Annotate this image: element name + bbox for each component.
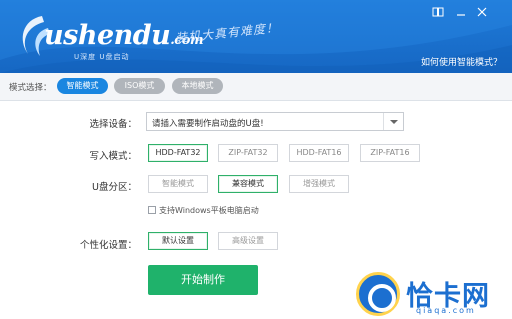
chevron-down-icon[interactable] (383, 113, 403, 130)
watermark: 恰卡网 qiaqa.com (356, 270, 512, 319)
partition-smart-mode[interactable]: 智能模式 (148, 175, 208, 193)
write-mode-zip-fat16[interactable]: ZIP-FAT16 (360, 144, 420, 162)
partition-enhanced-mode[interactable]: 增强模式 (289, 175, 349, 193)
mode-bar: 模式选择： 智能模式 ISO模式 本地模式 (0, 73, 512, 101)
write-mode-hdd-fat32[interactable]: HDD-FAT32 (148, 144, 208, 162)
device-select-value: 请插入需要制作启动盘的U盘! (152, 119, 264, 129)
tab-iso-mode[interactable]: ISO模式 (114, 78, 165, 94)
write-mode-zip-fat32[interactable]: ZIP-FAT32 (218, 144, 278, 162)
minimize-button[interactable] (455, 6, 467, 18)
logo: ushendu.com U深度 U盘启动 (14, 10, 204, 62)
tablet-boot-option[interactable]: 支持Windows平板电脑启动 (148, 205, 259, 216)
help-link[interactable]: 如何使用智能模式？ (421, 55, 502, 68)
personalize-label: 个性化设置： (79, 240, 137, 251)
partition-compatible-mode[interactable]: 兼容模式 (218, 175, 278, 193)
device-label: 选择设备： (89, 119, 137, 130)
partition-label: U盘分区： (92, 182, 137, 193)
personalize-advanced[interactable]: 高级设置 (218, 232, 278, 250)
device-select[interactable]: 请插入需要制作启动盘的U盘! (146, 112, 404, 131)
tablet-boot-label: 支持Windows平板电脑启动 (159, 206, 259, 215)
book-icon[interactable] (432, 6, 444, 18)
close-button[interactable] (476, 6, 488, 18)
watermark-logo-icon (356, 272, 400, 316)
watermark-url: qiaqa.com (416, 306, 476, 315)
write-mode-label: 写入模式： (89, 151, 137, 162)
start-button[interactable]: 开始制作 (148, 265, 258, 295)
write-mode-hdd-fat16[interactable]: HDD-FAT16 (289, 144, 349, 162)
tab-smart-mode[interactable]: 智能模式 (57, 78, 108, 94)
logo-subtitle: U深度 U盘启动 (74, 53, 130, 61)
mode-label: 模式选择： (9, 83, 52, 93)
tablet-boot-checkbox[interactable] (148, 206, 156, 214)
app-header: ushendu.com U深度 U盘启动 装机大真有难度！ 如何使用智能模式？ (0, 0, 512, 73)
personalize-default[interactable]: 默认设置 (148, 232, 208, 250)
tab-local-mode[interactable]: 本地模式 (172, 78, 223, 94)
